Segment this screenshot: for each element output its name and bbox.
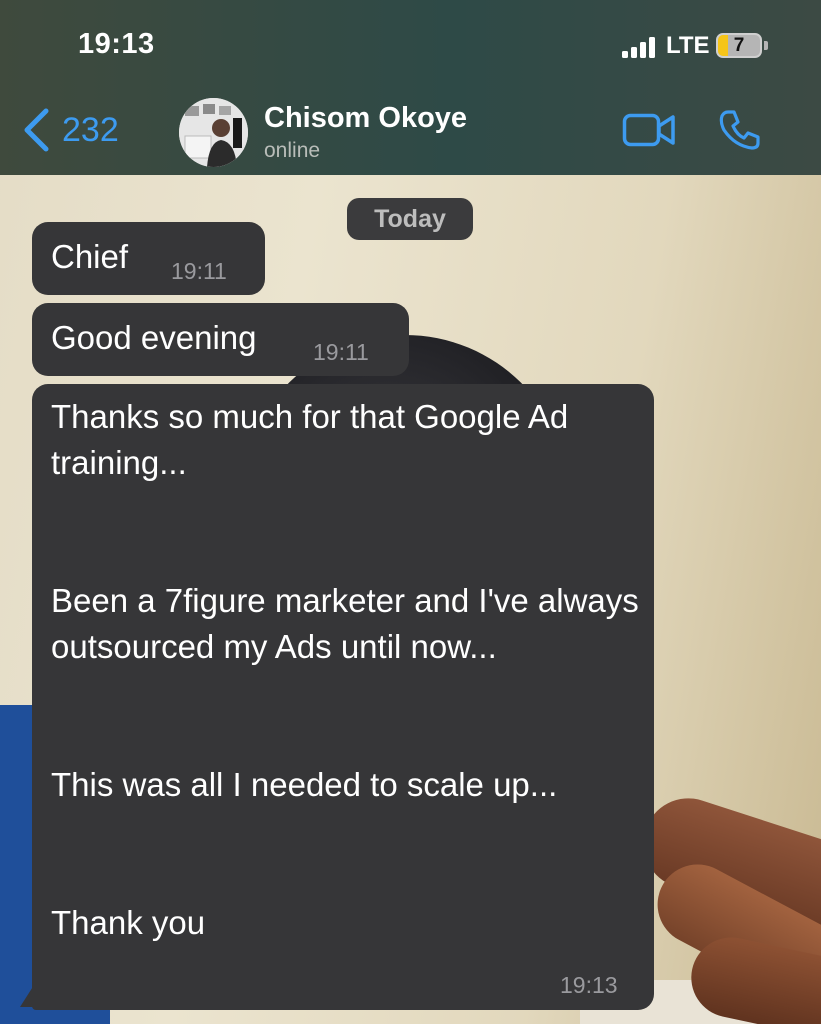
contact-status: online bbox=[264, 139, 321, 162]
network-type: LTE bbox=[666, 32, 710, 59]
chat-header: 19:13 LTE 7 232 Chisom Okoye online bbox=[0, 0, 821, 175]
message-time: 19:11 bbox=[313, 339, 369, 365]
battery-percentage: 7 bbox=[733, 34, 745, 56]
contact-photo bbox=[179, 98, 248, 167]
voice-call-button[interactable] bbox=[718, 108, 762, 157]
battery-cap bbox=[764, 41, 768, 50]
date-separator: Today bbox=[347, 198, 473, 240]
avatar[interactable] bbox=[179, 98, 248, 167]
message-time: 19:11 bbox=[171, 258, 227, 284]
battery-icon: 7 bbox=[716, 33, 762, 58]
chevron-left-icon bbox=[24, 108, 49, 152]
phone-icon bbox=[719, 110, 760, 150]
back-button[interactable]: 232 bbox=[22, 108, 119, 152]
message-text: Chief bbox=[51, 238, 129, 275]
video-camera-icon bbox=[622, 113, 675, 147]
video-call-button[interactable] bbox=[622, 112, 676, 153]
unread-count: 232 bbox=[62, 110, 119, 149]
signal-strength-icon bbox=[622, 36, 655, 58]
message-text: Good evening bbox=[51, 319, 257, 356]
status-bar-time: 19:13 bbox=[78, 28, 155, 60]
message-bubble[interactable]: Chief 19:11 bbox=[32, 222, 265, 295]
message-bubble[interactable]: Thanks so much for that Google Ad traini… bbox=[32, 384, 654, 1010]
message-bubble[interactable]: Good evening 19:11 bbox=[32, 303, 409, 376]
contact-name[interactable]: Chisom Okoye bbox=[264, 102, 467, 135]
message-text: Thanks so much for that Google Ad traini… bbox=[51, 398, 639, 941]
message-time: 19:13 bbox=[560, 972, 618, 998]
